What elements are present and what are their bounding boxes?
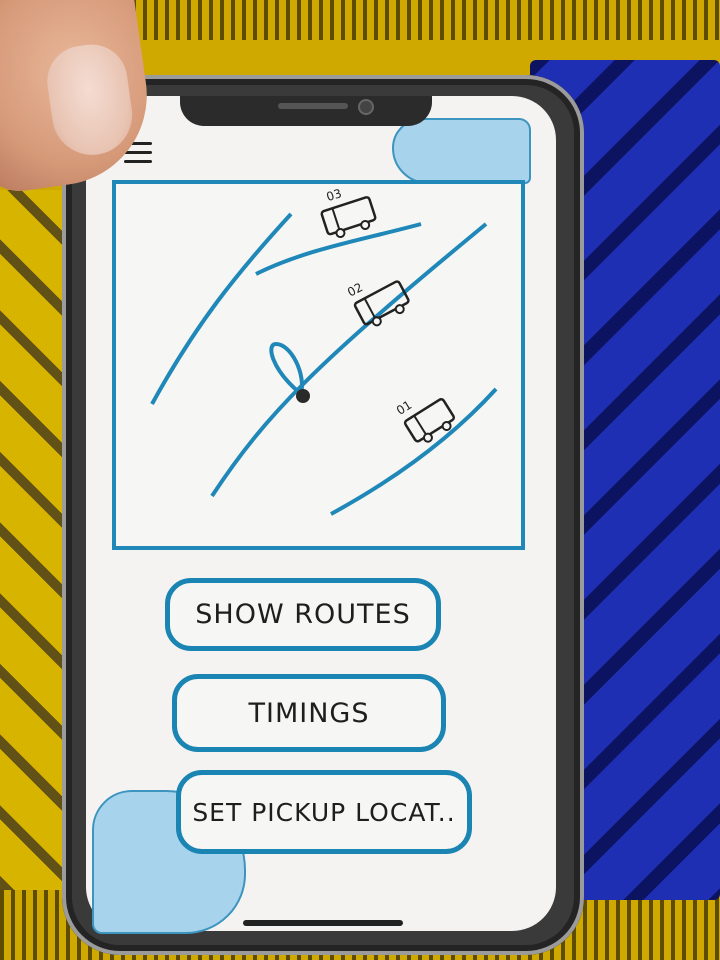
bus-map[interactable]: 03 02 01 [112,180,525,550]
timings-button[interactable]: TIMINGS [172,674,446,752]
front-camera [358,99,374,115]
bus-number-label: 01 [394,398,414,418]
bus-icon-02[interactable]: 02 [345,264,412,331]
route-line-3 [210,222,488,498]
route-line-1 [150,212,293,405]
bus-icon-03[interactable]: 03 [315,184,378,241]
show-routes-button[interactable]: SHOW ROUTES [165,578,441,651]
background-fabric-left [0,190,70,890]
bus-number-label: 03 [325,186,344,204]
decorative-blob-top [392,118,531,184]
set-pickup-location-button[interactable]: SET PICKUP LOCAT.. [176,770,472,854]
route-line-4 [330,387,498,516]
bus-icon-01[interactable]: 01 [394,382,458,447]
speaker-grille [278,103,348,109]
phone-notch [180,96,432,126]
bus-number-label: 02 [345,280,365,300]
home-indicator[interactable] [243,920,403,926]
